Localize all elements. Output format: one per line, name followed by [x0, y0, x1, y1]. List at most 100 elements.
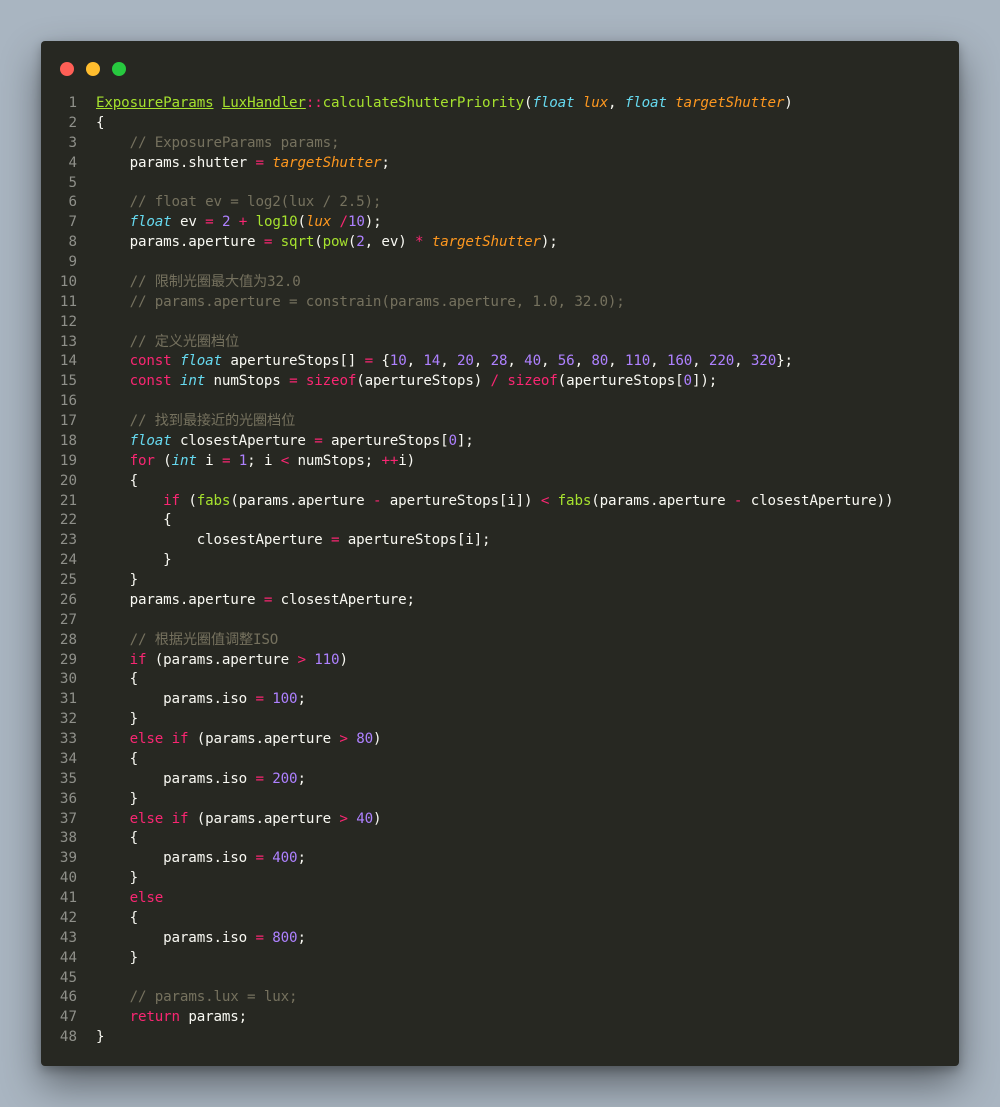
code-line: 38 {: [41, 829, 959, 849]
code-token-op: >: [339, 810, 348, 827]
line-source: {: [96, 472, 139, 492]
code-line: 18 float closestAperture = apertureStops…: [41, 432, 959, 452]
line-source: else: [96, 889, 164, 909]
code-token-plain: apertureStops[: [322, 432, 449, 449]
code-token-number: 160: [666, 353, 693, 370]
code-token-number: 80: [356, 731, 374, 747]
line-number: 21: [59, 492, 77, 509]
code-line: 48}: [41, 1028, 959, 1048]
code-line: 32 }: [41, 710, 959, 730]
code-token-number: 40: [356, 810, 374, 827]
code-token-func: calculateShutterPriority: [322, 95, 525, 111]
line-source: for (int i = 1; i < numStops; ++i): [96, 452, 416, 472]
line-number: 38: [59, 830, 77, 847]
code-token-plain: {: [96, 671, 139, 688]
line-number: 41: [59, 890, 77, 906]
code-token-number: 110: [624, 353, 651, 370]
code-token-plain: {: [96, 750, 139, 767]
line-source: }: [96, 571, 139, 591]
code-line: 29 if (params.aperture > 110): [41, 651, 959, 671]
line-source: params.iso = 400;: [96, 849, 306, 869]
code-token-op: <: [540, 492, 550, 509]
code-token-number: 100: [272, 691, 298, 708]
line-source: params.aperture = closestAperture;: [96, 591, 416, 611]
line-source: else if (params.aperture > 40): [96, 810, 382, 830]
code-token-comment: // 根据光圈值调整ISO: [129, 631, 279, 648]
code-token-number: 0: [448, 432, 458, 449]
code-token-op: =: [255, 770, 264, 787]
code-token-op: >: [297, 651, 306, 668]
code-token-op: ::: [305, 95, 323, 111]
line-source: // 定义光圈档位: [96, 333, 240, 353]
line-source: {: [96, 670, 139, 690]
code-token-number: 40: [524, 353, 541, 370]
code-token-plain: ): [373, 731, 382, 747]
line-number: 10: [59, 273, 77, 290]
minimize-button[interactable]: [86, 62, 100, 76]
code-line: 5: [41, 174, 959, 194]
code-token-func: fabs: [196, 492, 231, 509]
code-token-type: float: [532, 95, 575, 111]
code-token-plain: (params.aperture: [188, 810, 340, 827]
code-line: 19 for (int i = 1; i < numStops; ++i): [41, 452, 959, 472]
line-source: if (params.aperture > 110): [96, 651, 348, 671]
maximize-button[interactable]: [112, 62, 126, 76]
code-token-plain: closestAperture: [96, 532, 331, 549]
code-token-plain: }: [96, 870, 139, 887]
code-token-plain: params.aperture: [96, 591, 264, 608]
line-number: 8: [68, 234, 77, 251]
code-token-keyword: for: [129, 452, 155, 469]
code-line: 6 // float ev = log2(lux / 2.5);: [41, 193, 959, 213]
code-line: 37 else if (params.aperture > 40): [41, 810, 959, 830]
code-token-comment: // 定义光圈档位: [129, 333, 240, 350]
line-number: 23: [59, 532, 77, 549]
code-token-plain: (: [314, 234, 323, 251]
code-token-op: =: [205, 214, 214, 231]
code-token-func: pow: [322, 234, 348, 251]
code-token-comment: // ExposureParams params;: [129, 134, 340, 151]
code-token-plain: {: [96, 909, 139, 926]
code-token-op: /: [490, 373, 500, 390]
code-token-op: =: [364, 353, 374, 370]
code-token-number: 10: [347, 214, 365, 231]
code-token-param: targetShutter: [675, 95, 785, 111]
code-token-plain: {: [96, 830, 139, 847]
line-number: 39: [59, 850, 77, 867]
code-line: 11 // params.aperture = constrain(params…: [41, 293, 959, 313]
line-source: }: [96, 710, 139, 730]
code-token-op: /: [339, 214, 349, 231]
code-window: 1 ExposureParams LuxHandler::calculateShu…: [41, 41, 959, 1066]
code-token-plain: ]);: [691, 373, 718, 390]
code-token-keyword: sizeof: [507, 373, 558, 390]
code-token-plain: apertureStops[i]): [381, 492, 541, 509]
code-token-plain: params.aperture: [96, 234, 264, 251]
code-token-keyword: else: [129, 890, 164, 906]
code-token-keyword: if: [171, 731, 189, 747]
code-line: 13 // 定义光圈档位: [41, 333, 959, 353]
line-source: }: [96, 1028, 105, 1048]
code-line: 8 params.aperture = sqrt(pow(2, ev) * ta…: [41, 233, 959, 253]
line-number: 34: [59, 750, 77, 767]
line-number: 35: [59, 770, 77, 787]
line-number: 29: [59, 651, 77, 668]
line-number: 19: [59, 452, 77, 469]
close-button[interactable]: [60, 62, 74, 76]
code-line: 2{: [41, 114, 959, 134]
code-token-plain: , ev): [364, 234, 415, 251]
code-line: 28 // 根据光圈值调整ISO: [41, 631, 959, 651]
